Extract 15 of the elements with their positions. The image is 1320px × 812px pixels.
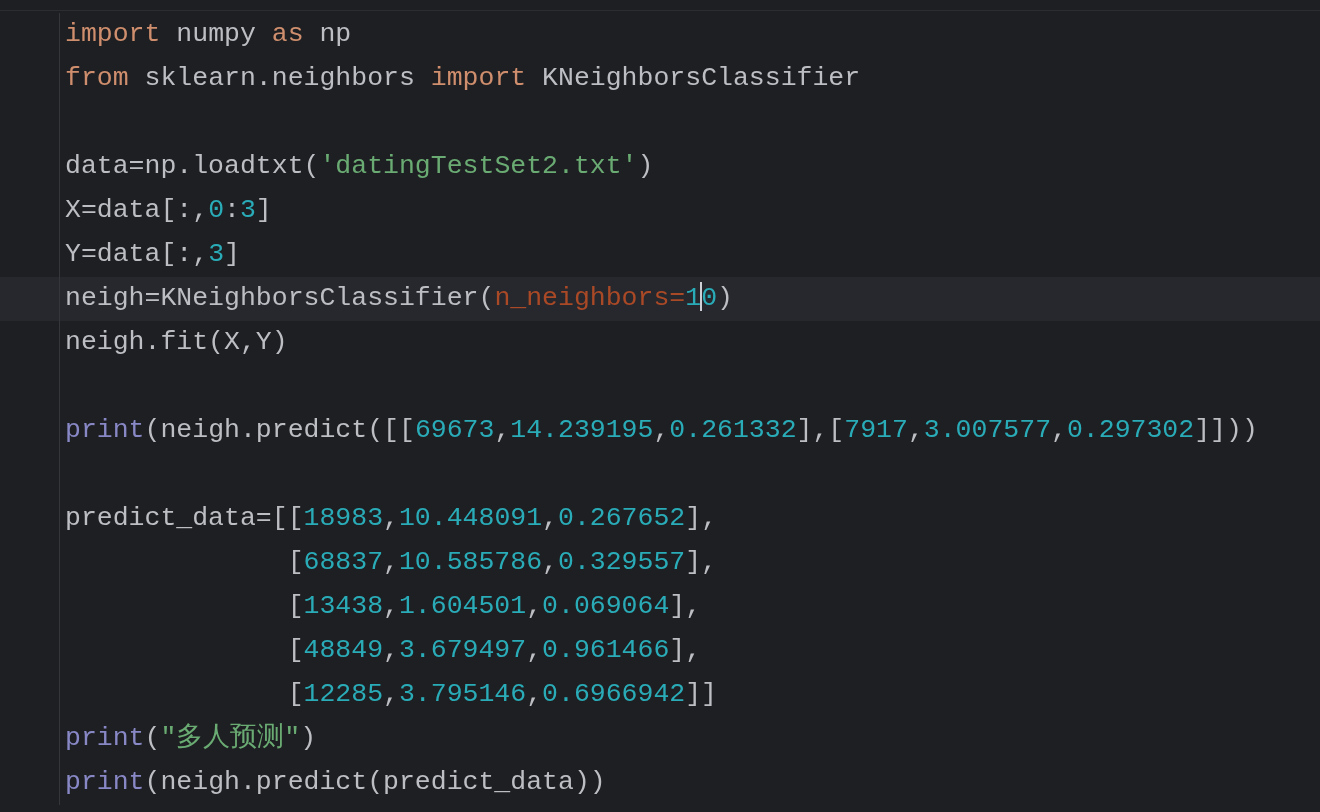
code-line: import numpy as np <box>65 19 352 51</box>
code-line: Y=data[:,3] <box>65 239 240 271</box>
code-line: [13438,1.604501,0.069064], <box>287 591 702 623</box>
code-line: print(neigh.predict(predict_data)) <box>65 767 606 799</box>
code-line: neigh=KNeighborsClassifier(n_neighbors=10) <box>65 283 733 315</box>
code-line: neigh.fit(X,Y) <box>65 327 288 359</box>
code-line: [68837,10.585786,0.329557], <box>287 547 718 579</box>
code-line: [12285,3.795146,0.6966942]] <box>287 679 718 711</box>
code-line: print(neigh.predict([[69673,14.239195,0.261332],[7917,3.007577,0.297302]])) <box>65 415 1258 447</box>
code-line: from sklearn.neighbors import KNeighborsClassifier <box>65 63 861 95</box>
code-line: data=np.loadtxt('datingTestSet2.txt') <box>65 151 654 183</box>
code-line: [48849,3.679497,0.961466], <box>287 635 702 667</box>
code-line: X=data[:,0:3] <box>65 195 272 227</box>
code-line: print("多人预测") <box>65 723 317 755</box>
code-line: predict_data=[[18983,10.448091,0.267652], <box>65 503 718 535</box>
